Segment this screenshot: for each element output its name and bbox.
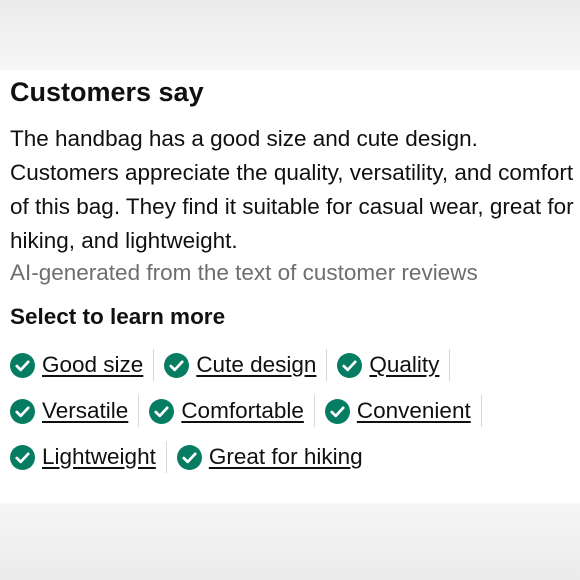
aspect-chip-quality[interactable]: Quality (337, 349, 451, 381)
aspect-chip-label: Great for hiking (208, 444, 363, 469)
aspect-chip-comfortable[interactable]: Comfortable (149, 395, 315, 427)
check-circle-icon (324, 398, 350, 424)
ai-generated-note: AI-generated from the text of customer r… (10, 260, 478, 285)
customers-say-panel: Customers say The handbag has a good siz… (0, 71, 580, 503)
select-to-learn-more-heading: Select to learn more (10, 304, 226, 329)
aspect-chip-row: Good size Cute design Quality (10, 342, 580, 388)
aspect-chip-good-size[interactable]: Good size (10, 349, 155, 381)
aspect-chip-great-for-hiking[interactable]: Great for hiking (176, 441, 373, 473)
review-summary-text: The handbag has a good size and cute des… (10, 126, 574, 253)
aspect-chip-label: Comfortable (181, 398, 304, 423)
aspect-chip-label: Convenient (356, 398, 471, 423)
customers-say-heading: Customers say (10, 77, 204, 107)
aspect-chip-convenient[interactable]: Convenient (324, 395, 482, 427)
aspect-chip-lightweight[interactable]: Lightweight (10, 441, 167, 473)
aspect-chip-cute-design[interactable]: Cute design (164, 349, 328, 381)
check-circle-icon (10, 398, 35, 424)
aspect-chip-label: Versatile (42, 398, 129, 423)
aspect-chip-label: Good size (42, 352, 144, 377)
aspect-chip-row: Versatile Comfortable Convenient (10, 388, 580, 434)
aspect-chip-versatile[interactable]: Versatile (10, 395, 140, 427)
check-circle-icon (10, 444, 35, 470)
check-circle-icon (10, 352, 35, 378)
check-circle-icon (164, 352, 190, 378)
aspect-chip-row: Lightweight Great for hiking (10, 434, 580, 480)
aspect-chip-list: Good size Cute design Quality Versatile … (10, 342, 580, 480)
check-circle-icon (176, 444, 202, 470)
aspect-chip-label: Quality (369, 352, 440, 377)
aspect-chip-label: Cute design (196, 352, 317, 377)
check-circle-icon (337, 352, 363, 378)
aspect-chip-label: Lightweight (42, 444, 156, 469)
check-circle-icon (149, 398, 175, 424)
